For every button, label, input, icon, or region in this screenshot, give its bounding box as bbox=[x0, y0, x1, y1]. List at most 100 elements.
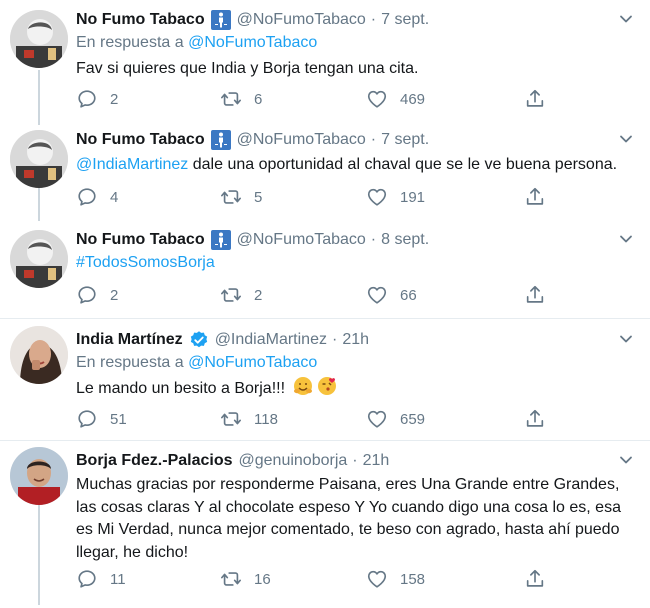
kiss-emoji bbox=[317, 376, 337, 403]
reply-to-link[interactable]: @NoFumoTabaco bbox=[188, 354, 317, 371]
tweet-text: Fav si quieres que India y Borja tengan … bbox=[76, 58, 641, 80]
chevron-down-icon[interactable] bbox=[618, 331, 634, 347]
share-icon bbox=[524, 284, 546, 306]
like-icon bbox=[366, 88, 388, 110]
share-button[interactable] bbox=[524, 186, 546, 208]
tweet-header: Borja Fdez.-Palacios @genuinoborja · 21h bbox=[76, 450, 600, 472]
reply-context: En respuesta a @NoFumoTabaco bbox=[76, 354, 317, 372]
reply-icon bbox=[76, 186, 98, 208]
no-smoking-badge-icon bbox=[211, 230, 231, 250]
like-button[interactable]: 469 bbox=[366, 88, 425, 110]
tweet[interactable]: No Fumo Tabaco @NoFumoTabaco · 7 sept. E… bbox=[0, 0, 650, 120]
reply-prefix: En respuesta a bbox=[76, 34, 184, 51]
chevron-down-icon[interactable] bbox=[618, 131, 634, 147]
tweet-text: Muchas gracias por responderme Paisana, … bbox=[76, 474, 641, 564]
timestamp[interactable]: 21h bbox=[342, 331, 369, 349]
reply-button[interactable]: 51 bbox=[76, 408, 127, 430]
like-button[interactable]: 158 bbox=[366, 568, 425, 590]
no-smoking-badge-icon bbox=[211, 130, 231, 150]
share-button[interactable] bbox=[524, 568, 546, 590]
author-handle[interactable]: @NoFumoTabaco bbox=[237, 131, 366, 149]
author-handle[interactable]: @IndiaMartinez bbox=[215, 331, 327, 349]
chevron-down-icon[interactable] bbox=[618, 11, 634, 27]
avatar[interactable] bbox=[10, 10, 68, 68]
tweet-text: #TodosSomosBorja bbox=[76, 252, 641, 274]
tweet-actions: 4 5 191 bbox=[76, 186, 556, 208]
separator-dot: · bbox=[370, 11, 377, 28]
retweet-button[interactable]: 5 bbox=[220, 186, 262, 208]
avatar[interactable] bbox=[10, 230, 68, 288]
retweet-button[interactable]: 2 bbox=[220, 284, 262, 306]
share-icon bbox=[524, 186, 546, 208]
tweet-text: @IndiaMartinez dale una oportunidad al c… bbox=[76, 154, 641, 176]
like-button[interactable]: 66 bbox=[366, 284, 417, 306]
reply-count: 2 bbox=[110, 286, 119, 304]
share-button[interactable] bbox=[524, 88, 546, 110]
tweet-header: No Fumo Tabaco @NoFumoTabaco · 7 sept. bbox=[76, 9, 600, 31]
reply-button[interactable]: 11 bbox=[76, 568, 126, 590]
like-count: 191 bbox=[400, 188, 426, 206]
avatar[interactable] bbox=[10, 130, 68, 188]
retweet-count: 16 bbox=[254, 570, 271, 588]
author-name[interactable]: No Fumo Tabaco bbox=[76, 131, 205, 149]
reply-count: 51 bbox=[110, 410, 127, 428]
tweet-header: India Martínez @IndiaMartinez · 21h bbox=[76, 329, 600, 351]
like-icon bbox=[366, 568, 388, 590]
reply-icon bbox=[76, 408, 98, 430]
reply-icon bbox=[76, 284, 98, 306]
timestamp[interactable]: 21h bbox=[363, 452, 390, 470]
retweet-button[interactable]: 16 bbox=[220, 568, 271, 590]
author-handle[interactable]: @NoFumoTabaco bbox=[237, 11, 366, 29]
timestamp[interactable]: 7 sept. bbox=[381, 131, 429, 149]
reply-button[interactable]: 4 bbox=[76, 186, 118, 208]
retweet-icon bbox=[220, 408, 242, 430]
reply-icon bbox=[76, 568, 98, 590]
tweet-actions: 11 16 158 bbox=[76, 568, 556, 590]
author-name[interactable]: Borja Fdez.-Palacios bbox=[76, 452, 233, 470]
no-smoking-badge-icon bbox=[211, 10, 231, 30]
retweet-count: 5 bbox=[254, 188, 263, 206]
like-button[interactable]: 659 bbox=[366, 408, 425, 430]
reply-count: 2 bbox=[110, 90, 119, 108]
share-button[interactable] bbox=[524, 408, 546, 430]
tweet[interactable]: No Fumo Tabaco @NoFumoTabaco · 7 sept. @… bbox=[0, 120, 650, 220]
author-handle[interactable]: @genuinoborja bbox=[239, 452, 348, 470]
separator-dot: · bbox=[352, 452, 358, 469]
separator-dot: · bbox=[370, 131, 377, 148]
author-name[interactable]: No Fumo Tabaco bbox=[76, 11, 205, 29]
reply-button[interactable]: 2 bbox=[76, 284, 118, 306]
verified-badge-icon bbox=[189, 330, 209, 350]
avatar[interactable] bbox=[10, 447, 68, 505]
retweet-icon bbox=[220, 568, 242, 590]
author-name[interactable]: India Martínez bbox=[76, 331, 183, 349]
retweet-button[interactable]: 6 bbox=[220, 88, 262, 110]
reply-button[interactable]: 2 bbox=[76, 88, 118, 110]
like-icon bbox=[366, 284, 388, 306]
timestamp[interactable]: 8 sept. bbox=[381, 231, 429, 249]
tweet-body: Fav si quieres que India y Borja tengan … bbox=[76, 60, 419, 77]
timestamp[interactable]: 7 sept. bbox=[381, 11, 429, 29]
tweet-body: Muchas gracias por responderme Paisana, … bbox=[76, 476, 621, 561]
avatar[interactable] bbox=[10, 326, 68, 384]
tweet[interactable]: Borja Fdez.-Palacios @genuinoborja · 21h… bbox=[0, 441, 650, 608]
tweet[interactable]: No Fumo Tabaco @NoFumoTabaco · 8 sept. #… bbox=[0, 220, 650, 318]
chevron-down-icon[interactable] bbox=[618, 452, 634, 468]
separator-dot: · bbox=[331, 331, 338, 348]
retweet-icon bbox=[220, 186, 242, 208]
like-icon bbox=[366, 186, 388, 208]
like-button[interactable]: 191 bbox=[366, 186, 425, 208]
reply-prefix: En respuesta a bbox=[76, 354, 184, 371]
tweet[interactable]: India Martínez @IndiaMartinez · 21h En r… bbox=[0, 320, 650, 440]
divider bbox=[0, 318, 650, 319]
mention-link[interactable]: @IndiaMartinez bbox=[76, 156, 188, 173]
author-handle[interactable]: @NoFumoTabaco bbox=[237, 231, 366, 249]
chevron-down-icon[interactable] bbox=[618, 231, 634, 247]
share-icon bbox=[524, 568, 546, 590]
author-name[interactable]: No Fumo Tabaco bbox=[76, 231, 205, 249]
like-count: 659 bbox=[400, 410, 426, 428]
reply-to-link[interactable]: @NoFumoTabaco bbox=[188, 34, 317, 51]
retweet-button[interactable]: 118 bbox=[220, 408, 278, 430]
hashtag-link[interactable]: #TodosSomosBorja bbox=[76, 254, 215, 271]
share-button[interactable] bbox=[524, 284, 546, 306]
tweet-body: dale una oportunidad al chaval que se le… bbox=[188, 156, 618, 173]
